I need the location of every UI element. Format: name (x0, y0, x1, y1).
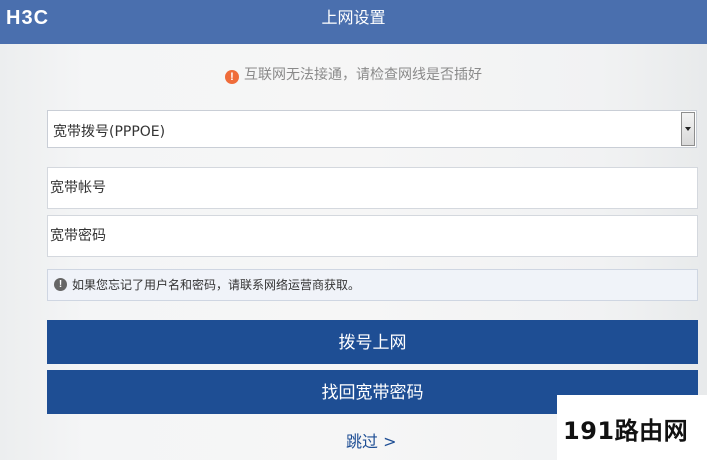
warning-icon: ! (225, 70, 239, 84)
watermark: 191路由网 (557, 395, 707, 460)
broadband-password-input[interactable] (47, 215, 698, 257)
page-title: 上网设置 (321, 8, 386, 27)
connection-alert: ! 互联网无法接通，请检查网线是否插好 (0, 64, 707, 86)
watermark-text: 191路由网 (563, 417, 689, 445)
skip-link[interactable]: 跳过 > (346, 430, 397, 454)
hint-text: 如果您忘记了用户名和密码，请联系网络运营商获取。 (72, 278, 361, 292)
forgot-credentials-hint: ! 如果您忘记了用户名和密码，请联系网络运营商获取。 (47, 269, 698, 301)
dropdown-button[interactable] (681, 112, 695, 146)
dial-connect-button[interactable]: 拨号上网 (47, 320, 698, 364)
alert-text: 互联网无法接通，请检查网线是否插好 (244, 67, 482, 83)
info-icon: ! (54, 278, 67, 291)
connection-type-value: 宽带拨号(PPPOE) (53, 124, 166, 140)
header-bar: H3C 上网设置 (0, 0, 707, 44)
chevron-down-icon (685, 127, 691, 131)
broadband-account-input[interactable] (47, 167, 698, 209)
connection-type-select[interactable]: 宽带拨号(PPPOE) (47, 110, 697, 148)
